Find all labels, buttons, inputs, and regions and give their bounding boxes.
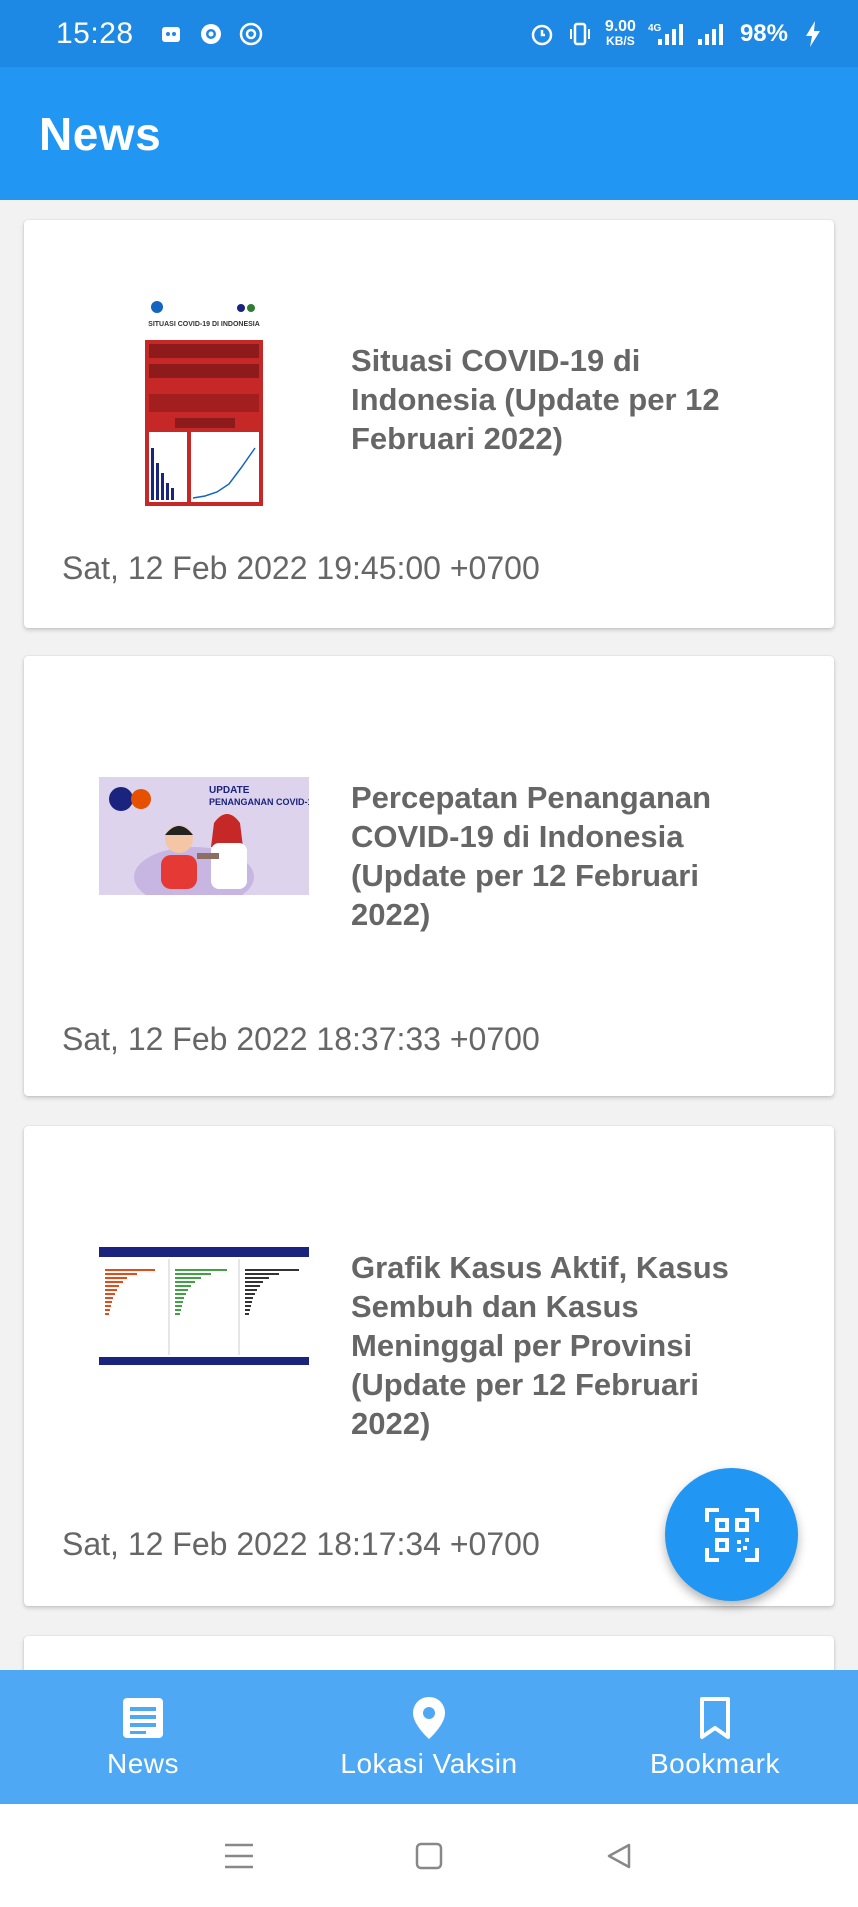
news-thumbnail: UPDATE PENANGANAN COVID-19	[99, 777, 309, 895]
home-square-icon[interactable]	[409, 1836, 449, 1876]
page-title: News	[39, 107, 162, 160]
status-bar: 15:28 9.00 KB/S 4G 98%	[0, 0, 858, 67]
back-triangle-icon[interactable]	[599, 1836, 639, 1876]
app-bar: News	[0, 67, 858, 200]
chrome-icon	[238, 21, 264, 47]
vibrate-icon	[567, 21, 593, 47]
menu-icon[interactable]	[219, 1836, 259, 1876]
nav-label-bookmark: Bookmark	[649, 1748, 781, 1779]
qr-scan-icon	[704, 1507, 759, 1562]
bookmark-icon	[691, 1694, 739, 1742]
app-notification-icon	[158, 21, 184, 47]
notification-icons	[158, 21, 264, 47]
news-title[interactable]: Percepatan Penanganan COVID-19 di Indone…	[351, 778, 731, 934]
battery-percent: 98%	[739, 19, 788, 47]
nav-item-bookmark[interactable]: Bookmark	[572, 1670, 858, 1804]
news-thumbnail: SITUASI COVID-19 DI INDONESIA	[145, 298, 263, 506]
news-icon	[119, 1694, 167, 1742]
thumbnail-caption: SITUASI COVID-19 DI INDONESIA	[148, 321, 260, 328]
news-date: Sat, 12 Feb 2022 18:37:33 +0700	[62, 1021, 540, 1057]
alarm-icon	[529, 21, 555, 47]
nav-item-lokasi-vaksin[interactable]: Lokasi Vaksin	[286, 1670, 572, 1804]
news-card[interactable]	[24, 1636, 834, 1670]
thumbnail-caption: UPDATE	[209, 785, 250, 796]
signal-icon	[696, 21, 728, 47]
charging-icon	[800, 20, 826, 47]
news-title[interactable]: Situasi COVID-19 di Indonesia (Update pe…	[351, 341, 731, 458]
svg-text:4G: 4G	[648, 23, 662, 34]
status-time: 15:28	[56, 16, 134, 50]
system-status-icons: 9.00 KB/S 4G 98%	[529, 17, 826, 49]
bottom-navigation: News Lokasi Vaksin Bookmark	[0, 1670, 858, 1804]
nav-label-lokasi-vaksin: Lokasi Vaksin	[340, 1748, 518, 1779]
nav-item-news[interactable]: News	[0, 1670, 286, 1804]
signal-4g-icon: 4G	[648, 21, 684, 47]
news-card[interactable]: SITUASI COVID-19 DI INDONESIA Situasi CO…	[24, 220, 834, 628]
target-icon	[198, 21, 224, 47]
qr-scan-button[interactable]	[665, 1468, 798, 1601]
thumbnail-caption: PENANGANAN COVID-19	[209, 797, 309, 807]
nav-label-news: News	[106, 1748, 179, 1779]
network-speed: 9.00 KB/S	[604, 17, 636, 48]
news-thumbnail	[99, 1247, 309, 1365]
news-feed[interactable]: SITUASI COVID-19 DI INDONESIA Situasi CO…	[0, 200, 858, 1670]
news-card[interactable]: UPDATE PENANGANAN COVID-19 Percepatan Pe…	[24, 656, 834, 1096]
news-date: Sat, 12 Feb 2022 19:45:00 +0700	[62, 550, 540, 586]
news-title[interactable]: Grafik Kasus Aktif, Kasus Sembuh dan Kas…	[351, 1248, 731, 1443]
system-navigation	[0, 1804, 858, 1907]
location-pin-icon	[405, 1694, 453, 1742]
news-date: Sat, 12 Feb 2022 18:17:34 +0700	[62, 1526, 540, 1562]
